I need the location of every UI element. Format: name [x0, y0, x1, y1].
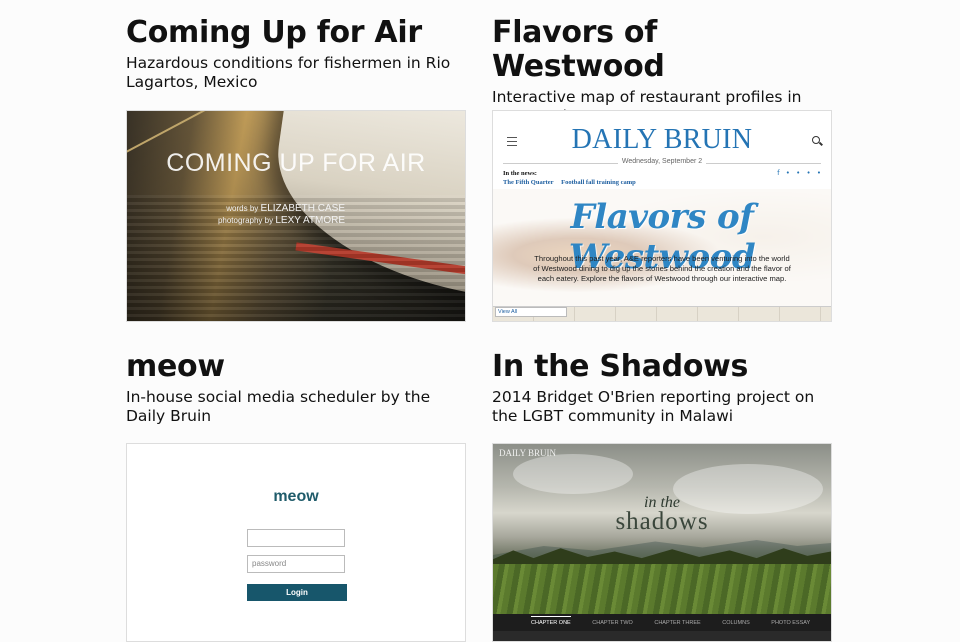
- nav-item: PHOTO ESSAY: [771, 620, 811, 626]
- search-icon: [812, 136, 820, 144]
- chapter-subnav: [493, 631, 831, 641]
- thumbnail-credit-photographer: photography by LEXY ATMORE: [217, 215, 345, 226]
- project-description: Hazardous conditions for fishermen in Ri…: [126, 54, 451, 91]
- project-card-meow: meow In-house social media scheduler by …: [126, 350, 466, 426]
- news-link: Football fall training camp: [561, 179, 636, 186]
- login-button: Login: [247, 584, 347, 601]
- project-description: In-house social media scheduler by the D…: [126, 388, 431, 425]
- social-icons: f • • • •: [777, 169, 823, 177]
- project-card-coming-up-for-air: Coming Up for Air Hazardous conditions f…: [126, 16, 466, 92]
- project-thumbnail-meow[interactable]: meow password Login: [126, 443, 466, 642]
- project-thumbnail-coming-up-for-air[interactable]: COMING UP FOR AIR words by ELIZABETH CAS…: [126, 110, 466, 322]
- project-title[interactable]: Flavors of Westwood: [492, 16, 832, 84]
- in-the-news-links: The Fifth Quarter Football fall training…: [503, 179, 642, 186]
- project-card-in-the-shadows: In the Shadows 2014 Bridget O'Brien repo…: [492, 350, 832, 426]
- grass-field-image: [493, 564, 831, 614]
- news-link: The Fifth Quarter: [503, 179, 554, 186]
- thumbnail-headline: COMING UP FOR AIR: [166, 149, 426, 177]
- nav-item: CHAPTER ONE: [531, 616, 571, 626]
- project-description: 2014 Bridget O'Brien reporting project o…: [492, 388, 815, 425]
- edition-date: Wednesday, September 2: [493, 158, 831, 165]
- in-the-news-label: In the news:: [503, 170, 537, 177]
- project-title[interactable]: In the Shadows: [492, 350, 832, 384]
- masthead-logo: DAILY BRUIN: [571, 124, 753, 155]
- nav-item: CHAPTER THREE: [654, 620, 701, 626]
- chapter-nav-items: CHAPTER ONE CHAPTER TWO CHAPTER THREE CO…: [531, 616, 830, 626]
- project-title[interactable]: meow: [126, 350, 466, 384]
- meow-logo: meow: [273, 488, 319, 505]
- password-field: password: [247, 555, 345, 573]
- title-large: shadows: [615, 508, 709, 535]
- cloud-shape: [513, 454, 633, 494]
- project-thumbnail-in-the-shadows[interactable]: DAILY BRUIN in the shadows CHAPTER ONE C…: [492, 443, 832, 642]
- nav-item: COLUMNS: [722, 620, 750, 626]
- thumbnail-credit-writer: words by ELIZABETH CASE: [226, 203, 345, 214]
- username-field: [247, 529, 345, 547]
- project-title[interactable]: Coming Up for Air: [126, 16, 466, 50]
- project-thumbnail-flavors-of-westwood[interactable]: DAILY BRUIN Wednesday, September 2 In th…: [492, 110, 832, 322]
- feature-blurb: Throughout this past year, A&E reporters…: [533, 254, 791, 283]
- site-logo: DAILY BRUIN: [499, 448, 557, 458]
- nav-item: CHAPTER TWO: [592, 620, 633, 626]
- view-all-dropdown: View All: [495, 307, 567, 317]
